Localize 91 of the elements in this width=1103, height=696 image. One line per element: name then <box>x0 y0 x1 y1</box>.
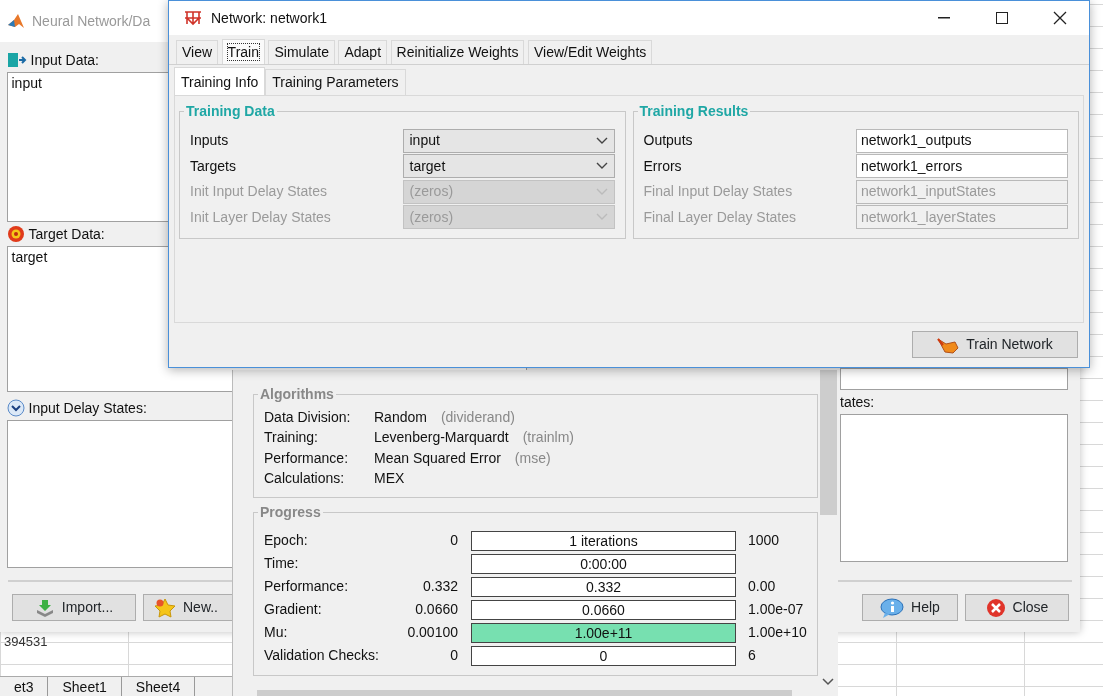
minimize-icon[interactable] <box>938 17 950 19</box>
download-tray-icon <box>34 598 55 617</box>
tab[interactable]: Training Parameters <box>265 69 406 95</box>
app-logo-icon <box>7 13 25 29</box>
section-label: Input Data: <box>30 50 99 70</box>
field-label: Final Layer Delay States <box>643 207 797 227</box>
progress-bar: 0.0660 <box>471 599 736 620</box>
chevron-circle-icon <box>7 399 25 417</box>
progress-label: Epoch: <box>264 531 309 550</box>
tab[interactable]: View <box>176 40 219 64</box>
start-value: 0 <box>449 646 458 665</box>
tab[interactable]: Training Info <box>174 67 266 95</box>
tab[interactable]: Adapt <box>338 40 388 64</box>
section-label: Input Delay States: <box>28 398 147 418</box>
end-value: 0.00 <box>748 577 776 596</box>
function-name: (trainlm) <box>522 428 574 448</box>
dropdown[interactable]: target <box>402 154 615 179</box>
chevron-down-icon[interactable] <box>822 678 834 686</box>
end-value: 1.00e-07 <box>748 600 804 619</box>
progress-label: Performance: <box>264 577 350 596</box>
field-label: Outputs <box>643 131 693 151</box>
progress-label: Validation Checks: <box>264 646 380 665</box>
maximize-icon[interactable] <box>996 12 1008 24</box>
algorithm-label: Data Division: <box>264 407 352 427</box>
tab[interactable]: Reinitialize Weights <box>390 40 525 64</box>
list-box[interactable] <box>840 414 1068 562</box>
progress-bar: 1 iterations <box>471 530 736 551</box>
start-value: 0 <box>449 531 458 550</box>
window-title: Network: network1 <box>211 8 327 28</box>
star-icon <box>154 597 176 618</box>
panel-title: Algorithms <box>259 387 335 401</box>
input-field[interactable]: network1_outputs <box>856 128 1068 153</box>
algorithm-value: Levenberg-Marquardt <box>374 428 509 448</box>
train-network-button[interactable]: Train Network <box>912 331 1078 358</box>
tab[interactable]: View/Edit Weights <box>527 40 653 64</box>
close-button[interactable]: Close <box>965 594 1069 621</box>
close-circle-icon <box>985 597 1006 618</box>
panel-title: Training Data <box>185 104 276 118</box>
sheet-tab[interactable]: Sheet4 <box>121 677 196 696</box>
input-field[interactable]: network1_errors <box>856 154 1068 179</box>
section-label: Target Data: <box>28 224 105 244</box>
end-value: 1000 <box>748 531 780 550</box>
target-icon <box>7 225 25 243</box>
field-label: Final Input Delay States <box>643 182 793 202</box>
window-title: Neural Network/Da <box>32 11 151 31</box>
chevron-down-icon <box>595 213 608 222</box>
start-value: 0.00100 <box>406 623 458 642</box>
close-icon[interactable] <box>1053 11 1067 25</box>
algorithm-label: Training: <box>264 428 319 448</box>
progress-bar: 0 <box>471 645 736 666</box>
field-label: Errors <box>643 156 682 176</box>
help-button[interactable]: Help <box>862 594 958 621</box>
progress-bar: 1.00e+11 <box>471 622 736 643</box>
sheet-tab[interactable]: Sheet1 <box>48 677 122 696</box>
progress-bar: 0:00:00 <box>471 553 736 574</box>
algorithm-label: Calculations: <box>264 469 346 489</box>
input-data-icon <box>7 52 27 68</box>
tab[interactable]: Train <box>221 39 265 64</box>
algorithm-value: MEX <box>374 469 405 489</box>
dropdown[interactable]: input <box>402 128 615 153</box>
chevron-down-icon <box>595 162 608 171</box>
sheet-tab[interactable]: et3 <box>0 677 49 696</box>
start-value: 0.0660 <box>414 600 458 619</box>
section-label: tates: <box>840 392 875 412</box>
progress-label: Gradient: <box>264 600 323 619</box>
function-name: (mse) <box>514 448 551 468</box>
panel-title: Training Results <box>638 104 750 118</box>
chevron-down-icon <box>595 136 608 145</box>
cell-text: 394531 <box>4 634 48 649</box>
algorithm-label: Performance: <box>264 448 350 468</box>
info-bubble-icon <box>880 597 905 618</box>
end-value: 6 <box>748 646 756 665</box>
scrollbar[interactable] <box>257 690 792 696</box>
end-value: 1.00e+10 <box>748 623 807 642</box>
algorithm-value: Mean Squared Error <box>374 448 501 468</box>
progress-label: Time: <box>264 554 300 573</box>
import-button[interactable]: Import... <box>12 594 136 621</box>
field-label: Inputs <box>190 131 229 151</box>
field-label: Init Layer Delay States <box>190 207 331 227</box>
function-name: (dividerand) <box>440 407 515 427</box>
progress-bar: 0.332 <box>471 576 736 597</box>
field-label: Targets <box>190 156 236 176</box>
progress-label: Mu: <box>264 623 289 642</box>
algorithm-value: Random <box>374 407 427 427</box>
panel-title: Progress <box>259 505 322 519</box>
tab[interactable]: Simulate <box>268 40 335 64</box>
chevron-down-icon <box>595 187 608 196</box>
field-label: Init Input Delay States <box>190 182 327 202</box>
list-box[interactable] <box>840 368 1068 390</box>
network-icon <box>183 10 203 26</box>
start-value: 0.332 <box>421 577 458 596</box>
